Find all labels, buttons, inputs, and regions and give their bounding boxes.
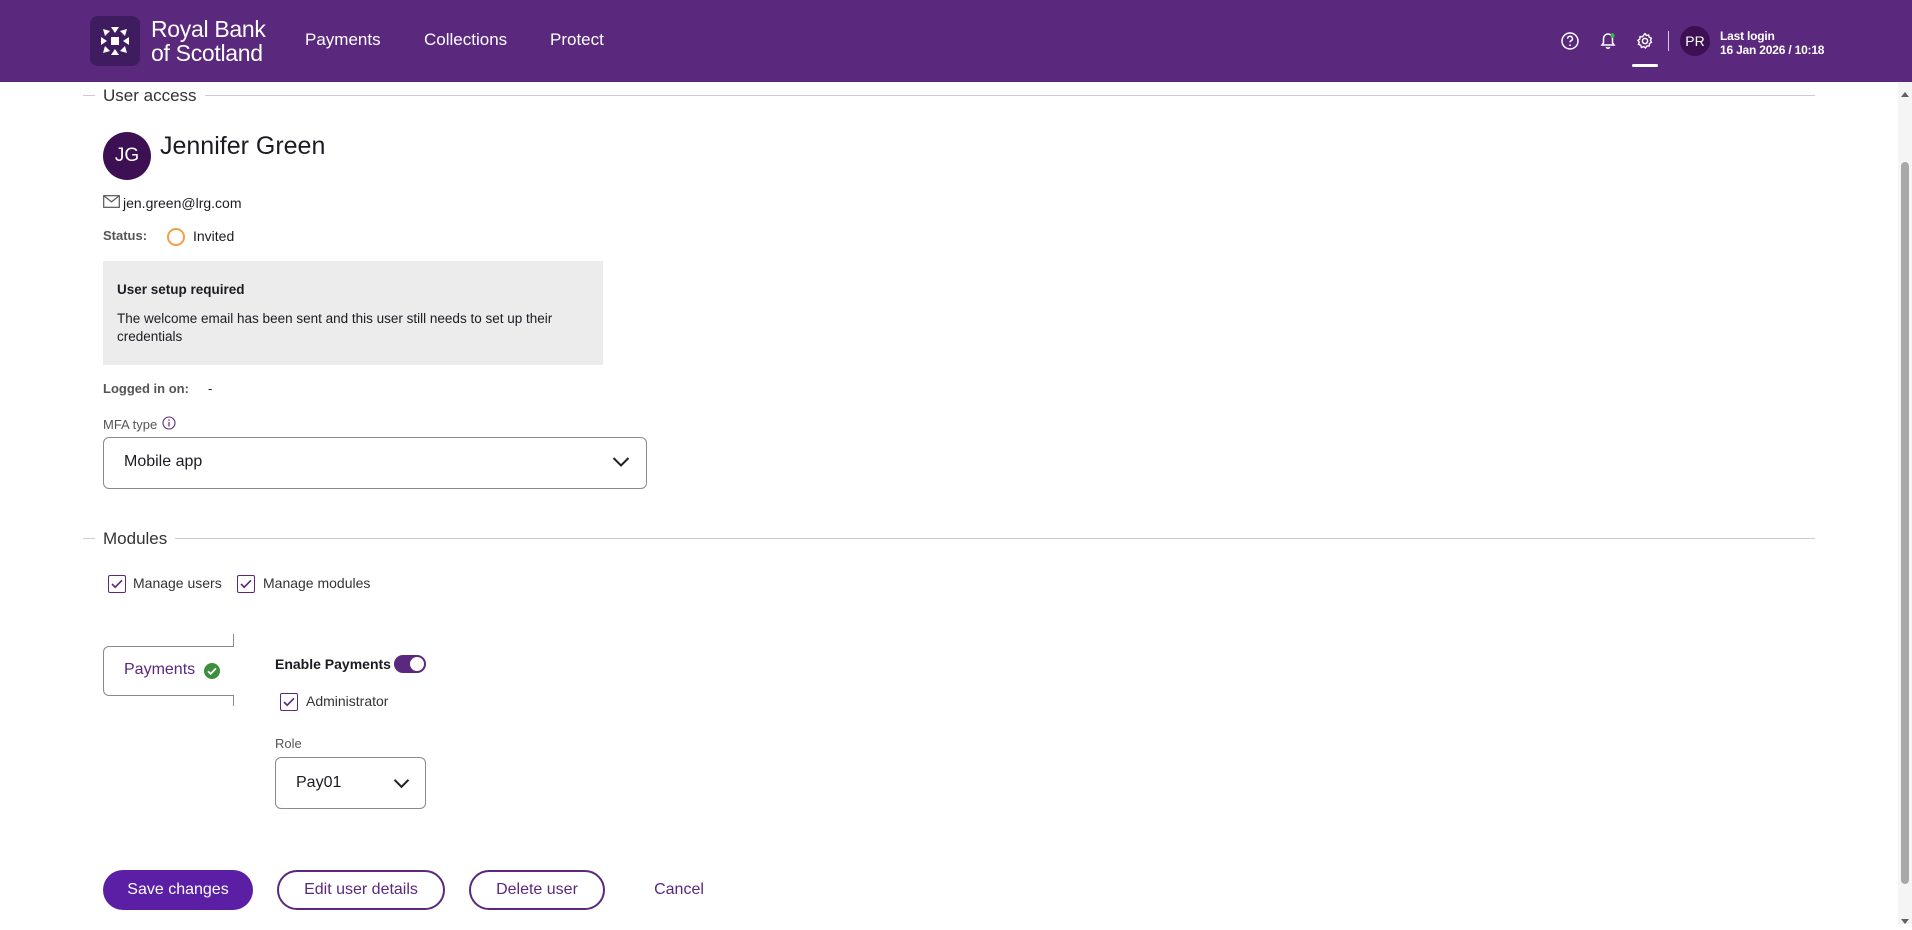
settings-gear-icon[interactable] (1635, 31, 1655, 51)
status-value: Invited (193, 228, 235, 244)
enable-payments-toggle[interactable] (394, 655, 426, 673)
nav-collections[interactable]: Collections (424, 30, 507, 50)
manage-modules-label: Manage modules (263, 575, 371, 591)
edit-user-details-button[interactable]: Edit user details (277, 870, 445, 910)
brand-line-2: of Scotland (151, 40, 263, 66)
last-login-info: Last login 16 Jan 2026 / 10:18 (1720, 29, 1824, 57)
profile-avatar[interactable]: PR (1680, 26, 1710, 56)
manage-users-checkbox[interactable] (108, 575, 126, 593)
administrator-label: Administrator (306, 693, 389, 709)
user-avatar: JG (103, 132, 151, 180)
toggle-knob (410, 657, 424, 671)
last-login-value: 16 Jan 2026 / 10:18 (1720, 43, 1825, 57)
checkmark-icon (111, 579, 123, 589)
rbs-logo-icon[interactable] (90, 16, 140, 66)
header-divider (1668, 31, 1669, 51)
save-changes-button[interactable]: Save changes (103, 870, 253, 910)
notice-body: The welcome email has been sent and this… (117, 311, 553, 344)
setup-required-notice: User setup required The welcome email ha… (103, 261, 603, 365)
user-name: Jennifer Green (160, 132, 326, 160)
tab-payments-label: Payments (124, 661, 196, 678)
tab-payments[interactable]: Payments (103, 646, 234, 696)
last-login-label: Last login (1720, 29, 1775, 43)
section-divider (83, 538, 1815, 539)
section-title-user-access: User access (95, 86, 205, 106)
logged-in-label: Logged in on: (103, 381, 189, 396)
top-header: Royal Bank of Scotland Payments Collecti… (0, 0, 1912, 82)
notification-bell-icon[interactable] (1598, 31, 1618, 51)
mfa-type-value: Mobile app (124, 453, 203, 470)
scroll-down-arrow-icon[interactable] (1900, 912, 1910, 924)
email-text: jen.green@lrg.com (123, 195, 242, 211)
scroll-up-arrow-icon[interactable] (1900, 86, 1910, 97)
delete-user-button[interactable]: Delete user (469, 870, 605, 910)
manage-modules-checkbox[interactable] (237, 575, 255, 593)
cancel-link[interactable]: Cancel (640, 870, 718, 910)
checkmark-icon (283, 697, 295, 707)
notice-title: User setup required (117, 282, 245, 297)
mfa-type-label: MFA type (103, 416, 176, 433)
checkmark-icon (240, 579, 252, 589)
scrollbar-thumb[interactable] (1901, 162, 1909, 884)
user-email: jen.green@lrg.com (103, 195, 242, 211)
logged-in-value: - (208, 381, 213, 396)
status-invited-icon (167, 228, 185, 246)
chevron-down-icon (612, 455, 630, 473)
envelope-icon (103, 195, 120, 211)
section-divider (83, 95, 1815, 96)
active-tab-indicator (1632, 64, 1658, 67)
mfa-type-select[interactable]: Mobile app (103, 437, 647, 489)
role-value: Pay01 (296, 774, 342, 791)
brand-line-1: Royal Bank (151, 16, 266, 42)
nav-payments[interactable]: Payments (305, 30, 381, 50)
section-title-modules: Modules (95, 529, 176, 549)
mfa-type-label-text: MFA type (103, 417, 158, 432)
chevron-down-icon (393, 776, 410, 794)
nav-protect[interactable]: Protect (550, 30, 604, 50)
status-label: Status: (103, 228, 148, 243)
help-icon[interactable] (1560, 31, 1580, 51)
brand-name: Royal Bank of Scotland (151, 17, 266, 65)
role-select[interactable]: Pay01 (275, 757, 426, 809)
role-label: Role (275, 736, 302, 751)
manage-users-label: Manage users (133, 575, 222, 591)
enable-payments-label: Enable Payments (275, 656, 391, 672)
info-icon[interactable] (162, 416, 176, 433)
success-check-icon (203, 662, 221, 685)
administrator-checkbox[interactable] (280, 693, 298, 711)
